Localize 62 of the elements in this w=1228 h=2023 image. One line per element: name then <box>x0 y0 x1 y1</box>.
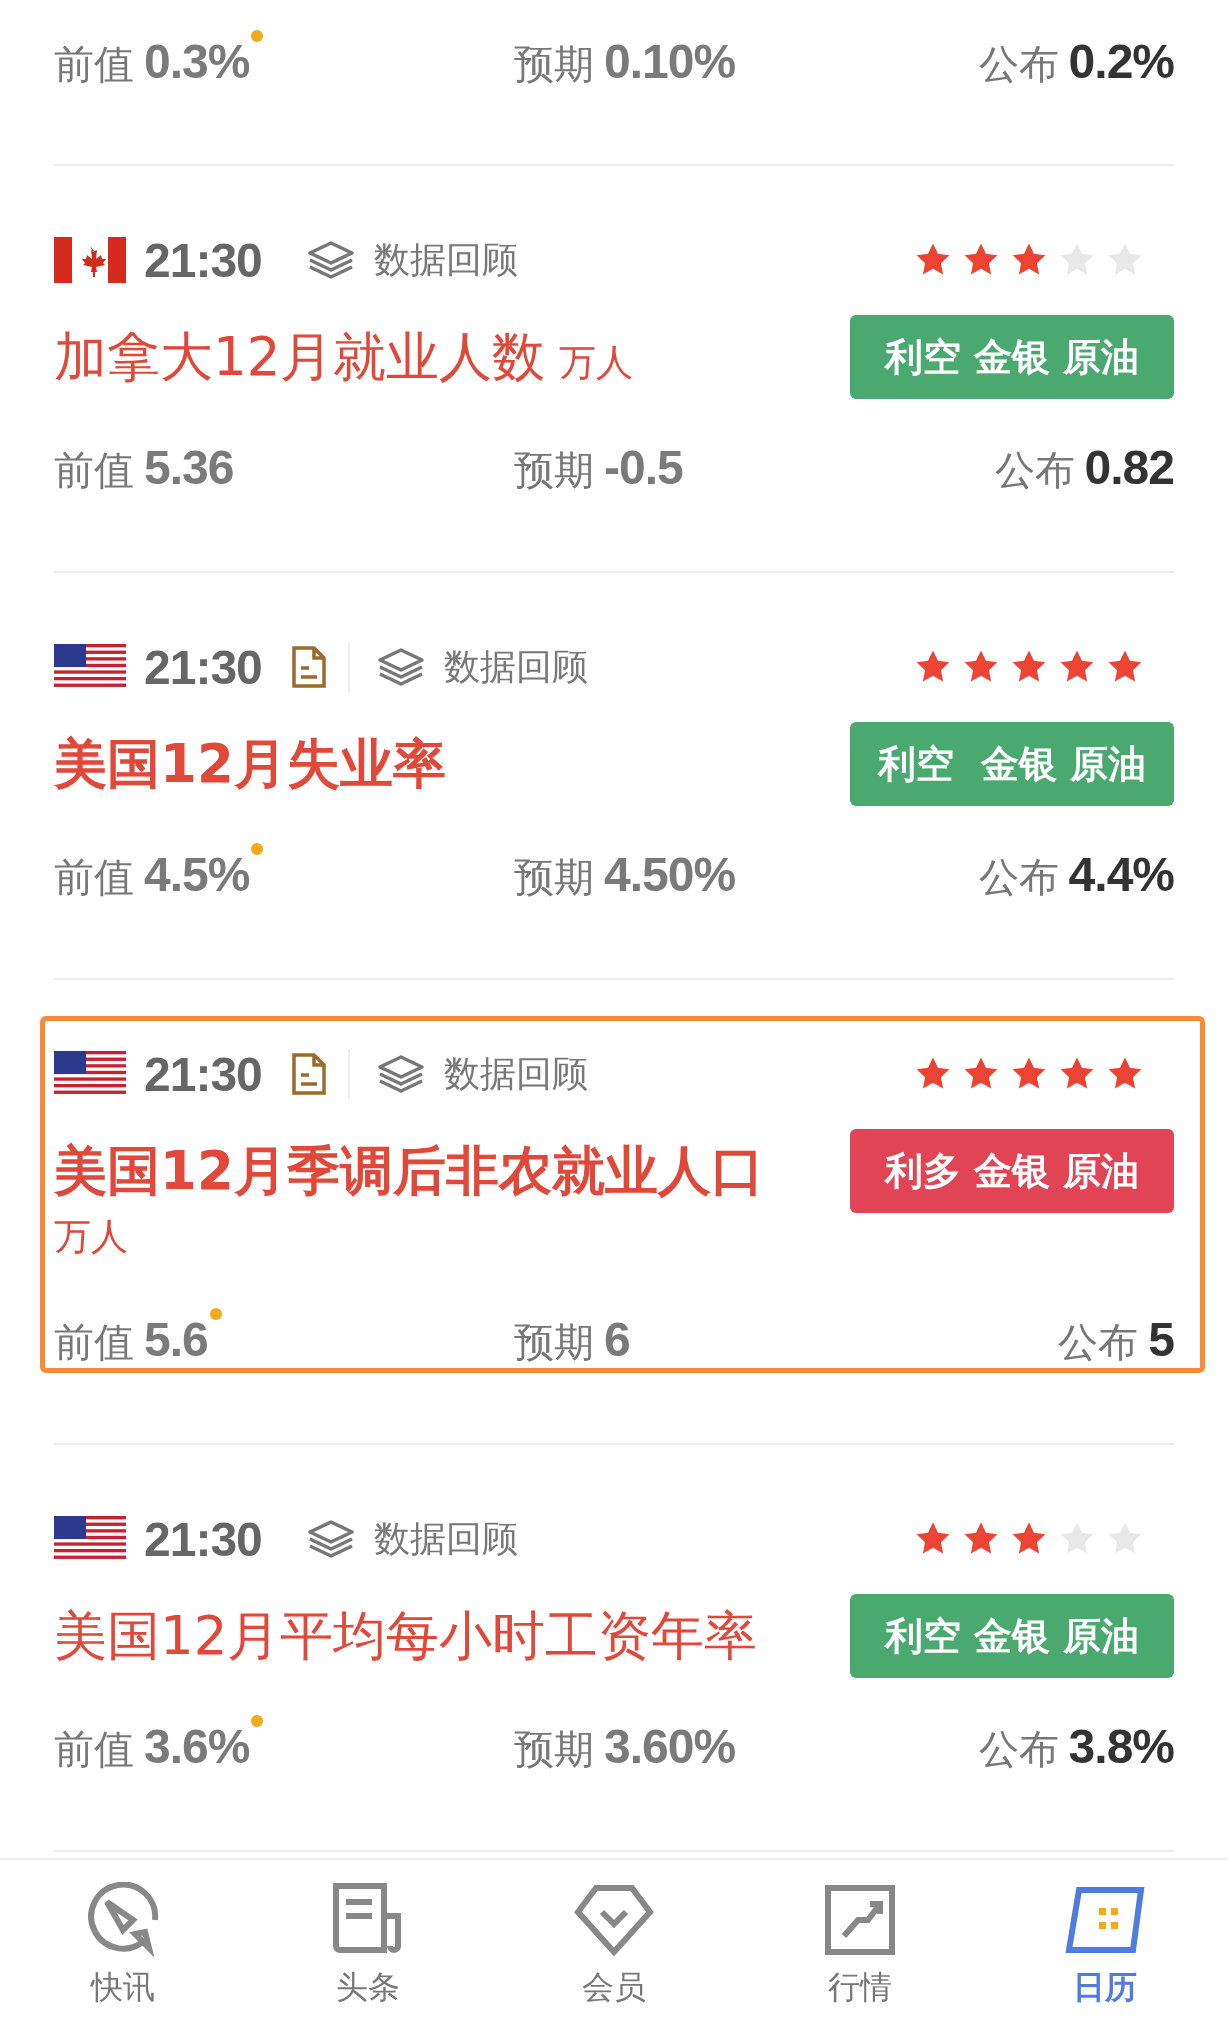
event-time: 21:30 <box>144 1511 262 1567</box>
actual-label: 公布 <box>978 40 1059 89</box>
diamond-icon <box>574 1882 654 1958</box>
event-title[interactable]: 美国12月失业率 <box>54 722 446 806</box>
layers-icon <box>305 1519 356 1559</box>
impact-badge: 利空 金银 原油 <box>850 315 1174 399</box>
canada-flag-icon <box>54 237 126 283</box>
actual-value: 0.2% <box>1068 34 1174 89</box>
usa-flag-icon <box>54 644 126 690</box>
actual-label: 公布 <box>978 853 1059 902</box>
impact-badge: 利多 金银 原油 <box>850 1129 1174 1213</box>
previous-label: 前值 <box>54 1725 134 1774</box>
forecast-label: 预期 <box>514 853 594 902</box>
data-review-link[interactable]: 数据回顾 <box>373 1514 518 1564</box>
previous-label: 前值 <box>54 853 134 902</box>
event-title[interactable]: 美国12月季调后非农就业人口 <box>54 1129 764 1213</box>
nav-tab[interactable]: 头条 <box>245 1860 492 2023</box>
actual-value: 4.4% <box>1068 847 1174 902</box>
forecast-label: 预期 <box>514 40 594 89</box>
nav-tab[interactable]: 日历 <box>982 1860 1228 2023</box>
previous-label: 前值 <box>54 40 134 89</box>
actual-label: 公布 <box>978 1725 1059 1774</box>
event-title[interactable]: 美国12月平均每小时工资年率 <box>54 1594 758 1678</box>
nav-tab[interactable]: 会员 <box>491 1860 737 2023</box>
actual-value: 0.82 <box>1084 440 1174 495</box>
impact-badge: 利空 金银 原油 <box>850 722 1174 806</box>
data-review-link[interactable]: 数据回顾 <box>443 642 588 692</box>
previous-value: 5.36 <box>144 440 234 495</box>
forecast-value: 6 <box>604 1312 630 1367</box>
data-review-link[interactable]: 数据回顾 <box>443 1049 588 1099</box>
forecast-label: 预期 <box>514 1725 594 1774</box>
actual-label: 公布 <box>1058 1318 1139 1367</box>
nav-tab[interactable]: 快讯 <box>0 1860 246 2023</box>
event-time: 21:30 <box>144 639 262 695</box>
data-review-link[interactable]: 数据回顾 <box>373 235 518 285</box>
layers-icon <box>375 647 426 687</box>
actual-value: 3.8% <box>1068 1719 1174 1774</box>
forecast-value: 0.10% <box>604 34 736 89</box>
nav-tab[interactable]: 行情 <box>736 1860 983 2023</box>
previous-value: 5.6 <box>144 1312 208 1367</box>
previous-label: 前值 <box>54 1318 134 1367</box>
event-time: 21:30 <box>144 232 262 288</box>
previous-label: 前值 <box>54 446 134 495</box>
actual-value: 5 <box>1148 1312 1174 1367</box>
forecast-label: 预期 <box>514 1318 594 1367</box>
event-time: 21:30 <box>144 1046 262 1102</box>
actual-label: 公布 <box>994 446 1075 495</box>
forecast-value: 4.50% <box>604 847 736 902</box>
usa-flag-icon <box>54 1516 126 1562</box>
unit-label: 万人 <box>54 1214 128 1260</box>
forecast-value: 3.60% <box>604 1719 736 1774</box>
previous-value: 4.5% <box>144 847 250 902</box>
layers-icon <box>305 240 356 280</box>
event-title[interactable]: 加拿大12月就业人数 <box>54 315 546 399</box>
layers-icon <box>375 1054 426 1094</box>
previous-value: 3.6% <box>144 1719 250 1774</box>
usa-flag-icon <box>54 1051 126 1097</box>
impact-badge: 利空 金银 原油 <box>850 1594 1174 1678</box>
forecast-value: -0.5 <box>604 440 683 495</box>
forecast-label: 预期 <box>514 446 594 495</box>
previous-value: 0.3% <box>144 34 250 89</box>
unit-label: 万人 <box>559 340 634 386</box>
